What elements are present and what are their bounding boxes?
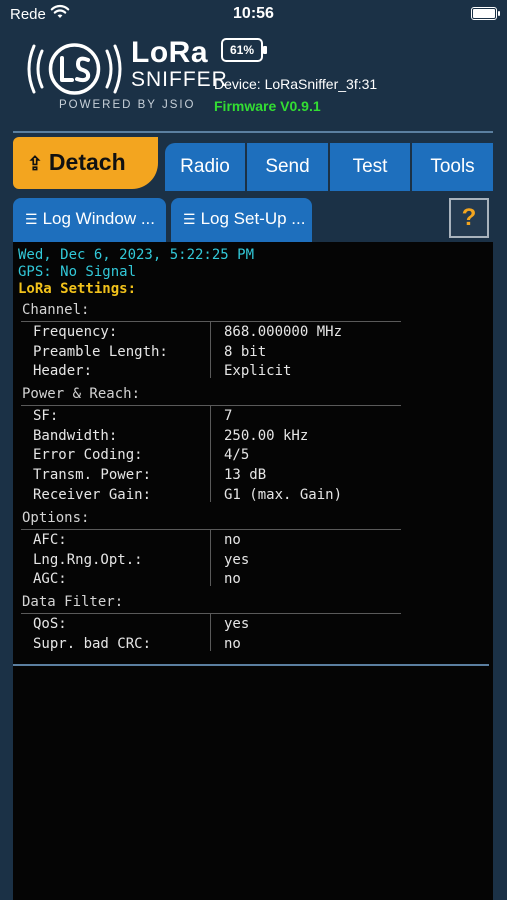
log-window[interactable]: Wed, Dec 6, 2023, 5:22:25 PM GPS: No Sig… <box>13 242 493 900</box>
setting-label: Header: <box>33 363 93 379</box>
setting-value: no <box>224 532 241 548</box>
detach-button[interactable]: ⇪ Detach <box>13 137 158 189</box>
setting-label: Preamble Length: <box>33 344 168 360</box>
tab-tools[interactable]: Tools <box>412 143 493 191</box>
device-name: Device: LoRaSniffer_3f:31 <box>214 76 378 92</box>
setting-label: Receiver Gain: <box>33 487 152 503</box>
tab-test[interactable]: Test <box>330 143 410 191</box>
tab-log-setup[interactable]: ☰ Log Set-Up ... <box>171 198 312 242</box>
setting-label: AGC: <box>33 571 67 587</box>
setting-label: AFC: <box>33 532 67 548</box>
setting-label: Lng.Rng.Opt.: <box>33 552 143 568</box>
setting-label: SF: <box>33 408 59 424</box>
setting-label: Transm. Power: <box>33 467 152 483</box>
logo-title: LoRa <box>131 36 208 69</box>
setting-label: Frequency: <box>33 324 118 340</box>
help-button[interactable]: ? <box>449 198 489 238</box>
section-divider <box>21 613 401 614</box>
log-timestamp: Wed, Dec 6, 2023, 5:22:25 PM <box>18 247 255 263</box>
setting-label: QoS: <box>33 616 67 632</box>
menu-icon: ☰ <box>183 211 196 227</box>
column-divider <box>210 321 211 378</box>
header-divider <box>13 131 493 133</box>
setting-value: 13 dB <box>224 467 267 483</box>
setting-value: 250.00 kHz <box>224 428 309 444</box>
unplug-icon: ⇪ <box>27 154 43 175</box>
column-divider <box>210 613 211 651</box>
status-bar: Rede 10:56 <box>0 0 507 30</box>
lora-sniffer-logo-icon <box>22 38 127 105</box>
setting-value: 868.000000 MHz <box>224 324 343 340</box>
setting-label: Supr. bad CRC: <box>33 636 152 652</box>
firmware-version: Firmware V0.9.1 <box>214 98 321 114</box>
section-title: Channel: <box>22 302 90 318</box>
help-icon: ? <box>461 204 477 231</box>
section-title: Options: <box>22 510 90 526</box>
setting-value: 8 bit <box>224 344 267 360</box>
device-battery-icon: 61% <box>221 38 267 62</box>
setting-value: 7 <box>224 408 233 424</box>
setting-value: Explicit <box>224 363 292 379</box>
status-battery-icon <box>471 7 500 20</box>
setting-value: yes <box>224 616 250 632</box>
setting-value: yes <box>224 552 250 568</box>
section-title: Data Filter: <box>22 594 124 610</box>
setting-value: 4/5 <box>224 447 250 463</box>
gps-status: GPS: No Signal <box>18 264 137 280</box>
section-divider <box>21 405 401 406</box>
setting-value: no <box>224 636 241 652</box>
powered-by-label: POWERED BY JSIO <box>59 99 196 111</box>
setting-label: Bandwidth: <box>33 428 118 444</box>
section-divider <box>21 321 401 322</box>
section-title: Power & Reach: <box>22 386 141 402</box>
clock: 10:56 <box>233 5 274 22</box>
column-divider <box>210 529 211 586</box>
log-end-divider <box>13 664 489 666</box>
section-divider <box>21 529 401 530</box>
tab-radio[interactable]: Radio <box>165 143 245 191</box>
lora-settings-heading: LoRa Settings: <box>18 281 137 297</box>
tab-log-window[interactable]: ☰ Log Window ... <box>13 198 166 242</box>
tab-send[interactable]: Send <box>247 143 328 191</box>
menu-icon: ☰ <box>25 211 38 227</box>
setting-value: no <box>224 571 241 587</box>
setting-label: Error Coding: <box>33 447 143 463</box>
battery-percent: 61% <box>229 43 255 57</box>
column-divider <box>210 405 211 502</box>
setting-value: G1 (max. Gain) <box>224 487 343 503</box>
